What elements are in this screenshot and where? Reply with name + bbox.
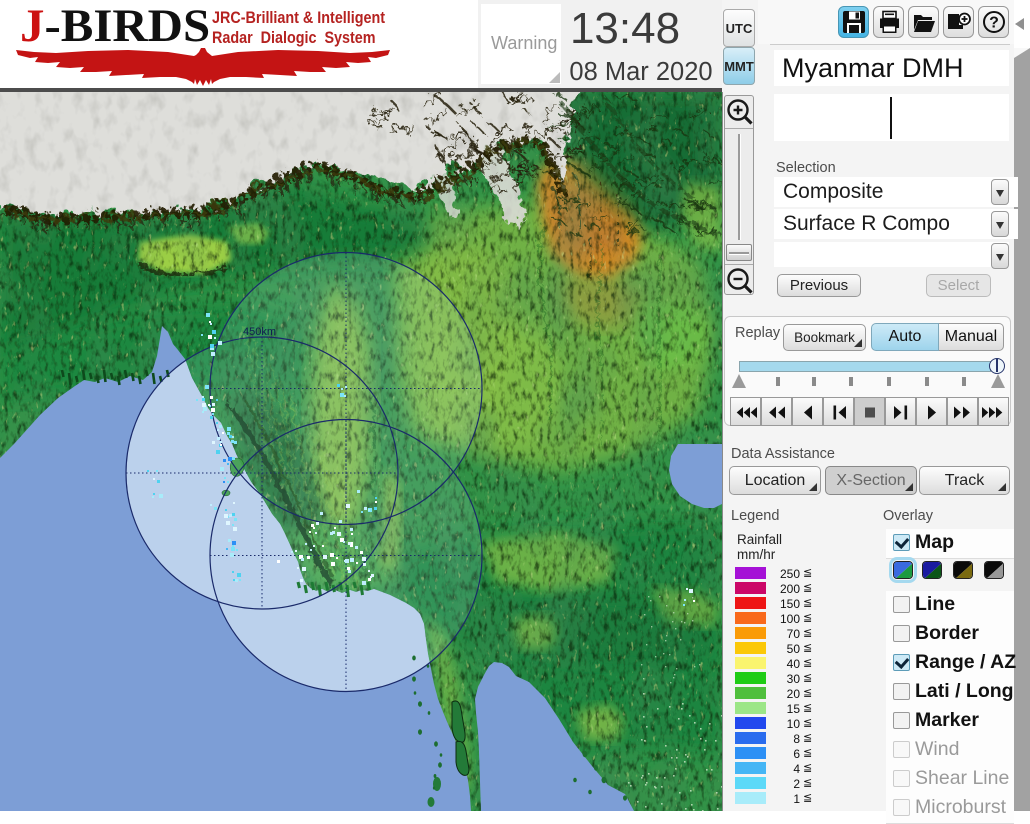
svg-text:450km: 450km <box>243 326 276 338</box>
svg-text:?: ? <box>989 15 999 32</box>
